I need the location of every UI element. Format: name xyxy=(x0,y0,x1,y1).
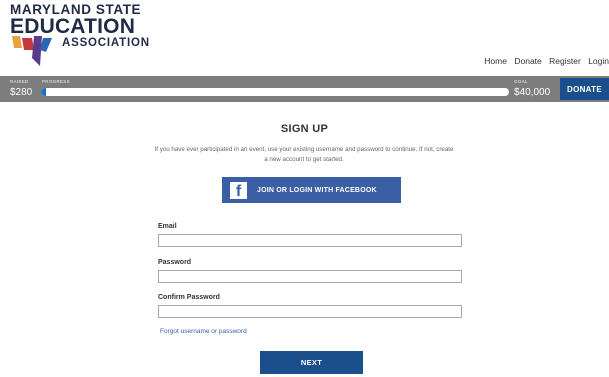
progress-label: PROGRESS xyxy=(42,79,70,84)
intro-text: If you have ever participated in an even… xyxy=(154,146,454,163)
nav-login-link[interactable]: Login xyxy=(588,56,609,66)
brand-logo[interactable]: MARYLAND STATE EDUCATION ASSOCIATION xyxy=(10,2,160,68)
logo-mark-icon xyxy=(12,36,52,66)
goal-amount: $40,000 xyxy=(514,87,551,98)
forgot-credentials-link[interactable]: Forgot username or password xyxy=(160,328,247,335)
progress-fill xyxy=(41,88,46,96)
facebook-login-label: JOIN OR LOGIN WITH FACEBOOK xyxy=(257,186,377,194)
raised-amount: $280 xyxy=(10,87,33,98)
progress-track xyxy=(41,88,509,96)
confirm-password-field[interactable] xyxy=(158,305,462,318)
nav-donate-link[interactable]: Donate xyxy=(514,56,541,66)
password-label: Password xyxy=(158,259,192,266)
goal-label: GOAL xyxy=(514,79,528,84)
email-label: Email xyxy=(158,223,177,230)
raised-label: RAISED xyxy=(10,79,29,84)
confirm-password-label: Confirm Password xyxy=(158,294,220,301)
facebook-login-button[interactable]: f JOIN OR LOGIN WITH FACEBOOK xyxy=(222,177,401,203)
nav-register-link[interactable]: Register xyxy=(549,56,581,66)
nav-home-link[interactable]: Home xyxy=(484,56,507,66)
logo-line-3: ASSOCIATION xyxy=(62,37,150,49)
fundraising-progress-bar: RAISED $280 PROGRESS GOAL $40,000 xyxy=(0,76,609,102)
next-button[interactable]: NEXT xyxy=(260,351,363,374)
email-field[interactable] xyxy=(158,234,462,247)
password-field[interactable] xyxy=(158,270,462,283)
facebook-icon: f xyxy=(230,181,247,199)
donate-button[interactable]: DONATE xyxy=(560,78,609,100)
page-title: SIGN UP xyxy=(280,123,329,135)
top-nav: Home Donate Register Login xyxy=(479,56,609,66)
